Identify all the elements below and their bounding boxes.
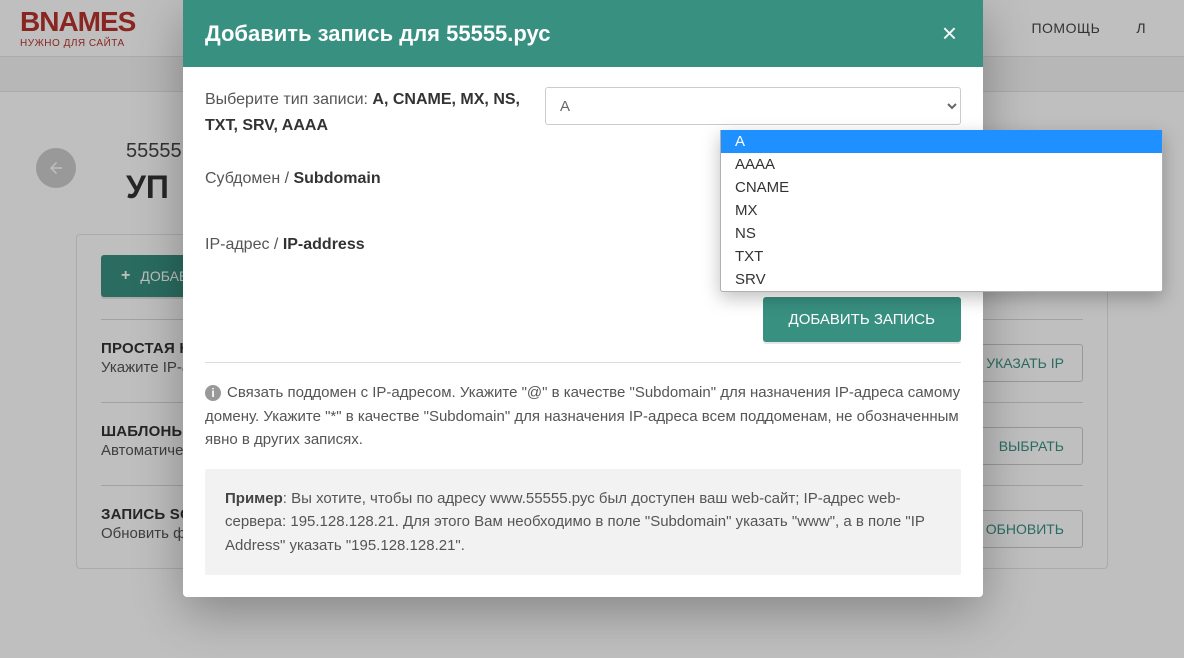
info-icon: i — [205, 385, 221, 401]
add-record-modal: Добавить запись для 55555.рус × Выберите… — [183, 0, 983, 597]
example-text: : Вы хотите, чтобы по адресу www.55555.р… — [225, 490, 925, 554]
info-text: iСвязать поддомен с IP-адресом. Укажите … — [205, 381, 961, 451]
modal-header: Добавить запись для 55555.рус × — [183, 0, 983, 67]
close-icon[interactable]: × — [938, 18, 961, 49]
record-type-label: Выберите тип записи: A, CNAME, MX, NS, T… — [205, 87, 545, 138]
submit-record-button[interactable]: ДОБАВИТЬ ЗАПИСЬ — [763, 297, 961, 342]
record-type-option[interactable]: SRV — [721, 268, 1162, 291]
record-type-option[interactable]: TXT — [721, 245, 1162, 268]
modal-title: Добавить запись для 55555.рус — [205, 21, 550, 47]
record-type-select[interactable]: A — [545, 87, 961, 125]
record-type-option[interactable]: AAAA — [721, 153, 1162, 176]
example-label: Пример — [225, 490, 283, 507]
subdomain-label: Субдомен / Subdomain — [205, 166, 545, 192]
record-type-option[interactable]: NS — [721, 222, 1162, 245]
record-type-dropdown: AAAAACNAMEMXNSTXTSRV — [720, 130, 1163, 292]
record-type-option[interactable]: MX — [721, 199, 1162, 222]
record-type-option[interactable]: CNAME — [721, 176, 1162, 199]
ip-label: IP-адрес / IP-address — [205, 232, 545, 258]
record-type-option[interactable]: A — [721, 130, 1162, 153]
example-box: Пример: Вы хотите, чтобы по адресу www.5… — [205, 469, 961, 575]
divider — [205, 362, 961, 363]
